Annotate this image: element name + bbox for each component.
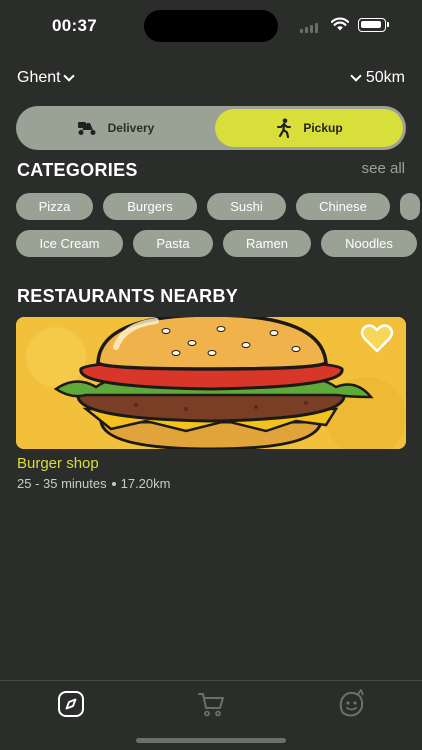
restaurant-card-image[interactable]	[16, 317, 406, 449]
burger-illustration	[16, 317, 406, 449]
restaurant-meta: 25 - 35 minutes 17.20km	[17, 476, 170, 491]
categories-row-2: Ice Cream Pasta Ramen Noodles	[16, 230, 417, 257]
profile-icon[interactable]	[336, 689, 366, 719]
restaurant-delivery-time: 25 - 35 minutes	[17, 476, 107, 491]
status-time: 00:37	[52, 16, 97, 35]
category-chip-chinese[interactable]: Chinese	[296, 193, 390, 220]
category-chip-noodles[interactable]: Noodles	[321, 230, 417, 257]
category-chip-burgers[interactable]: Burgers	[103, 193, 197, 220]
home-indicator	[136, 738, 286, 743]
category-chip-ice-cream[interactable]: Ice Cream	[16, 230, 123, 257]
chevron-down-icon	[62, 70, 75, 82]
battery-icon	[358, 18, 389, 32]
categories-row-1: Pizza Burgers Sushi Chinese	[16, 193, 420, 220]
restaurant-distance: 17.20km	[120, 476, 171, 491]
walking-person-icon	[277, 118, 292, 138]
category-chip-pasta[interactable]: Pasta	[133, 230, 213, 257]
category-chip-sushi[interactable]: Sushi	[207, 193, 286, 220]
city-selector[interactable]: Ghent	[17, 69, 75, 87]
heart-icon[interactable]	[360, 323, 394, 355]
pickup-label: Pickup	[303, 121, 343, 135]
delivery-option[interactable]: Delivery	[19, 109, 211, 147]
categories-title: CATEGORIES	[17, 160, 138, 180]
category-chip-partial[interactable]	[400, 193, 420, 220]
dynamic-island	[144, 10, 278, 42]
category-chip-ramen[interactable]: Ramen	[223, 230, 311, 257]
restaurant-name[interactable]: Burger shop	[17, 455, 99, 472]
wifi-icon	[331, 17, 349, 31]
restaurants-title: RESTAURANTS NEARBY	[17, 286, 239, 306]
delivery-label: Delivery	[107, 121, 155, 135]
status-bar: 00:37	[0, 0, 422, 54]
cellular-signal-icon	[300, 21, 322, 33]
city-label: Ghent	[17, 69, 61, 86]
category-chip-pizza[interactable]: Pizza	[16, 193, 93, 220]
delivery-pickup-toggle: Delivery Pickup	[16, 106, 406, 150]
range-label: 50km	[365, 69, 405, 86]
cart-icon[interactable]	[196, 689, 226, 719]
separator-dot	[111, 481, 116, 486]
range-selector[interactable]: 50km	[350, 69, 405, 87]
compass-icon[interactable]	[56, 689, 86, 719]
chevron-down-icon	[350, 70, 362, 82]
scooter-icon	[77, 122, 96, 135]
pickup-option[interactable]: Pickup	[215, 109, 403, 147]
see-all-link[interactable]: see all	[362, 160, 405, 177]
